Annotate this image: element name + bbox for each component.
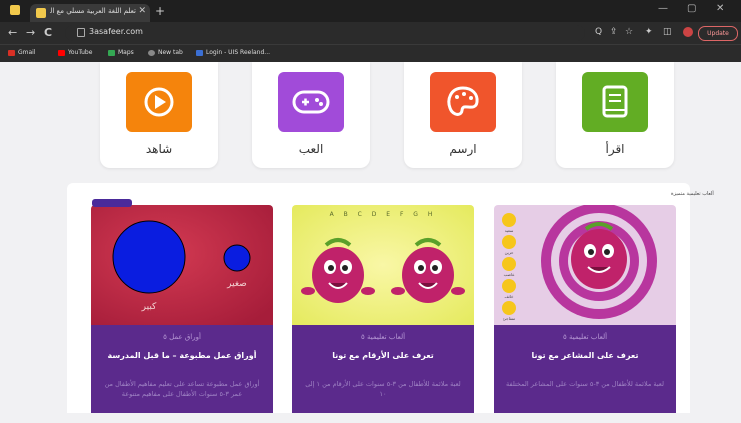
numbers-image: A B C D E F G H xyxy=(292,205,474,325)
category-draw[interactable]: ارسم xyxy=(404,62,522,168)
forward-button[interactable]: → xyxy=(26,26,35,39)
category-read[interactable]: اقرأ xyxy=(556,62,674,168)
emotions-image: سعيد حزين غاضب خائف متفاجئ xyxy=(494,205,676,325)
bookmark-label: Login - UIS Reeland... xyxy=(206,49,271,56)
play-icon xyxy=(144,87,174,117)
minimize-button[interactable]: — xyxy=(658,3,668,14)
card-body: ألعاب تعليمية ٥ تعرف على الأرقام مع تونا… xyxy=(292,325,474,423)
browser-tab[interactable]: تعلم اللغة العربية مسلي مع الصغار ✕ xyxy=(30,4,150,22)
big-label: كبير xyxy=(141,302,157,312)
category-label: اقرأ xyxy=(605,142,625,156)
bookmark-login[interactable]: Login - UIS Reeland... xyxy=(196,49,270,56)
category-play[interactable]: العب xyxy=(252,62,370,168)
card-title[interactable]: تعرف على الأرقام مع تونا xyxy=(292,351,474,360)
bookmark-gmail[interactable]: Gmail xyxy=(8,49,36,56)
bookmark-star-icon[interactable]: ☆ xyxy=(625,27,633,37)
maps-icon xyxy=(108,49,115,56)
globe-icon xyxy=(148,49,155,56)
url-text[interactable]: 3asafeer.com xyxy=(89,27,143,36)
reload-button[interactable]: C xyxy=(44,26,52,39)
tab-close-icon[interactable]: ✕ xyxy=(138,6,146,16)
card-category: ألعاب تعليمية ٥ xyxy=(360,333,406,341)
emotion-label: خائف xyxy=(505,294,514,299)
side-panel-icon[interactable]: ◫ xyxy=(663,27,672,37)
tab-title: تعلم اللغة العربية مسلي مع الصغار xyxy=(50,7,136,15)
login-site-icon xyxy=(196,49,203,56)
zoom-icon[interactable]: Q xyxy=(595,27,602,37)
page-content: شاهد العب ارسم اقرأ ألعاب تعليمية متميزة… xyxy=(0,62,741,423)
emotion-label: غاضب xyxy=(504,272,515,277)
bookmark-new-tab[interactable]: New tab xyxy=(148,49,183,56)
page-bottom-edge xyxy=(0,413,741,423)
extensions-icon[interactable]: ✦ xyxy=(645,27,653,37)
palette-tile xyxy=(430,72,496,132)
category-watch[interactable]: شاهد xyxy=(100,62,218,168)
book-tile xyxy=(582,72,648,132)
close-window-button[interactable]: ✕ xyxy=(716,3,724,14)
worksheets-image: كبير صغير xyxy=(91,205,273,325)
maximize-button[interactable]: ▢ xyxy=(687,3,696,14)
card-category: ألعاب تعليمية ٥ xyxy=(562,333,608,341)
update-button[interactable]: Update xyxy=(698,26,738,41)
bookmark-label: YouTube xyxy=(68,49,93,56)
gamepad-icon xyxy=(292,90,330,114)
bookmark-youtube[interactable]: YouTube xyxy=(58,49,92,56)
category-label: ارسم xyxy=(449,142,477,156)
gamepad-tile xyxy=(278,72,344,132)
category-label: العب xyxy=(298,142,324,156)
featured-section: ألعاب تعليمية متميزة كبير صغير أوراق عمل… xyxy=(67,183,714,423)
bookmarks-bar: Gmail YouTube Maps New tab Login - UIS R… xyxy=(0,44,741,63)
small-label: صغير xyxy=(226,279,247,289)
browser-toolbar: ← → C 3asafeer.com Q ⇪ ☆ ✦ ◫ Update xyxy=(0,22,741,44)
card-description: أوراق عمل مطبوعة تساعد على تعليم مفاهيم … xyxy=(104,380,260,398)
lock-icon[interactable] xyxy=(77,28,85,37)
new-tab-button[interactable]: + xyxy=(155,4,165,18)
emotion-label: سعيد xyxy=(505,228,514,233)
profile-avatar[interactable] xyxy=(683,27,693,37)
card-body: ألعاب تعليمية ٥ تعرف على المشاعر مع تونا… xyxy=(494,325,676,423)
card-title[interactable]: تعرف على المشاعر مع تونا xyxy=(494,351,676,360)
favicon-icon xyxy=(36,8,46,18)
tab-bar: تعلم اللغة العربية مسلي مع الصغار ✕ + — … xyxy=(0,0,741,22)
card-title[interactable]: أوراق عمل مطبوعة – ما قبل المدرسة xyxy=(91,351,273,360)
tab-search-icon[interactable] xyxy=(10,5,20,15)
play-tile xyxy=(126,72,192,132)
bookmark-label: Gmail xyxy=(18,49,36,56)
category-label: شاهد xyxy=(145,142,173,156)
bookmark-label: Maps xyxy=(118,49,134,56)
emotion-label: حزين xyxy=(505,250,514,255)
book-icon xyxy=(602,85,628,118)
letters-strip: A B C D E F G H xyxy=(330,211,437,218)
gmail-icon xyxy=(8,49,15,56)
back-button[interactable]: ← xyxy=(8,26,17,39)
card-description: لعبة ملائمة للأطفال من ٣-٥ سنوات على الم… xyxy=(506,380,664,388)
palette-icon xyxy=(447,86,479,116)
bookmark-label: New tab xyxy=(158,49,183,56)
worksheets-badge xyxy=(92,199,132,207)
card-description: لعبة ملائمة للأطفال من ٣-٥ سنوات على الأ… xyxy=(305,380,461,398)
section-label: ألعاب تعليمية متميزة xyxy=(671,191,714,197)
emotion-label: متفاجئ xyxy=(503,316,515,321)
card-body: أوراق عمل ٥ أوراق عمل مطبوعة – ما قبل ال… xyxy=(91,325,273,423)
worksheets-card[interactable]: كبير صغير أوراق عمل ٥ أوراق عمل مطبوعة –… xyxy=(91,205,273,423)
youtube-icon xyxy=(58,49,65,56)
bookmark-maps[interactable]: Maps xyxy=(108,49,134,56)
address-bar[interactable]: 3asafeer.com xyxy=(65,25,585,41)
card-category: أوراق عمل ٥ xyxy=(163,333,201,341)
share-icon[interactable]: ⇪ xyxy=(610,27,618,37)
emotions-card[interactable]: سعيد حزين غاضب خائف متفاجئ ألعاب تعليمية… xyxy=(494,205,676,423)
numbers-card[interactable]: A B C D E F G H ألعاب تعليمية ٥ تعرف على… xyxy=(292,205,474,423)
